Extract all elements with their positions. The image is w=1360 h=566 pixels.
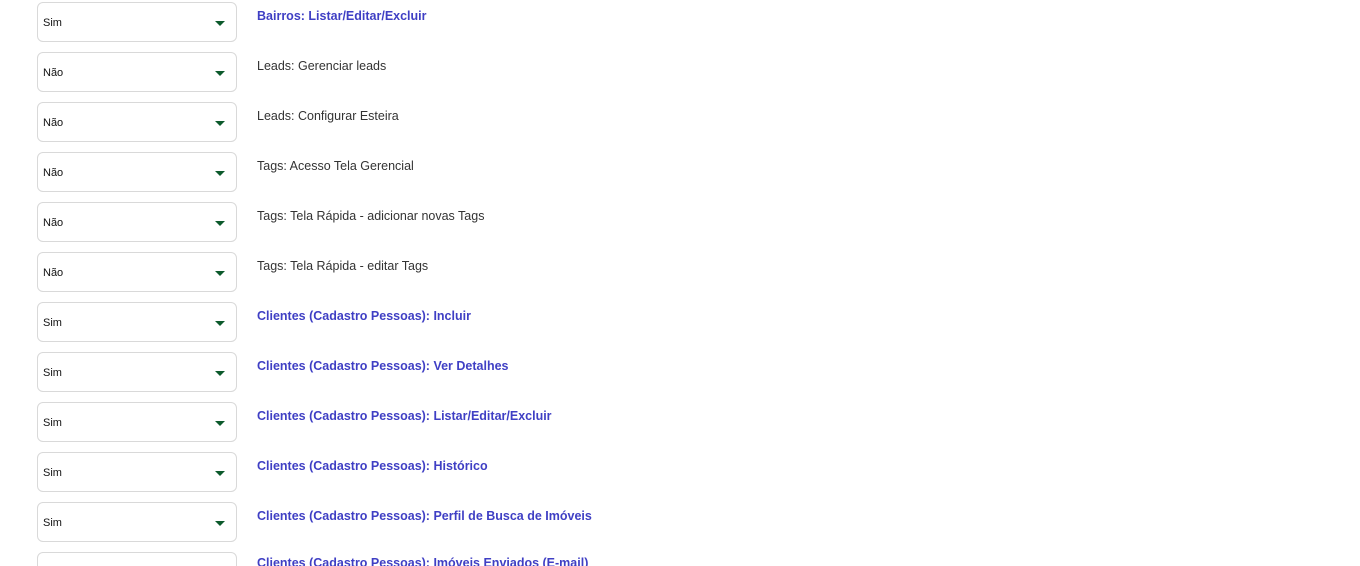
permission-select-value: Não [43, 217, 64, 229]
chevron-down-icon [215, 21, 225, 26]
permission-select-value: Sim [43, 467, 62, 479]
permission-label: Clientes (Cadastro Pessoas): Listar/Edit… [257, 409, 552, 423]
permission-select[interactable]: Sim [37, 502, 237, 542]
permission-select-value: Não [43, 67, 64, 79]
permission-row: Sim Clientes (Cadastro Pessoas): Perfil … [37, 502, 1337, 542]
permission-select-value: Não [43, 167, 64, 179]
permission-row: Sim Clientes (Cadastro Pessoas): Incluir [37, 302, 1337, 342]
permission-label: Clientes (Cadastro Pessoas): Ver Detalhe… [257, 359, 509, 373]
permission-row: Não Tags: Tela Rápida - adicionar novas … [37, 202, 1337, 242]
chevron-down-icon [215, 121, 225, 126]
permission-select[interactable] [37, 552, 237, 566]
permission-select[interactable]: Não [37, 152, 237, 192]
permission-label: Tags: Tela Rápida - adicionar novas Tags [257, 209, 485, 223]
permission-select[interactable]: Sim [37, 452, 237, 492]
chevron-down-icon [215, 371, 225, 376]
permission-select[interactable]: Sim [37, 302, 237, 342]
permission-select[interactable]: Não [37, 202, 237, 242]
chevron-down-icon [215, 521, 225, 526]
permission-select[interactable]: Não [37, 102, 237, 142]
permission-select-value: Sim [43, 417, 62, 429]
permission-label: Clientes (Cadastro Pessoas): Histórico [257, 459, 488, 473]
permission-row: Sim Clientes (Cadastro Pessoas): Ver Det… [37, 352, 1337, 392]
permission-row: Não Tags: Acesso Tela Gerencial [37, 152, 1337, 192]
permission-select[interactable]: Sim [37, 402, 237, 442]
chevron-down-icon [215, 171, 225, 176]
permission-label: Bairros: Listar/Editar/Excluir [257, 9, 427, 23]
permission-row: Não Leads: Configurar Esteira [37, 102, 1337, 142]
permission-select-value: Sim [43, 367, 62, 379]
permission-select-value: Sim [43, 517, 62, 529]
permission-row: Sim Bairros: Listar/Editar/Excluir [37, 2, 1337, 42]
permission-row: Não Tags: Tela Rápida - editar Tags [37, 252, 1337, 292]
permission-select[interactable]: Não [37, 52, 237, 92]
permission-label: Clientes (Cadastro Pessoas): Perfil de B… [257, 509, 592, 523]
permission-select[interactable]: Sim [37, 352, 237, 392]
permission-select-value: Sim [43, 317, 62, 329]
chevron-down-icon [215, 321, 225, 326]
permission-row: Sim Clientes (Cadastro Pessoas): Listar/… [37, 402, 1337, 442]
chevron-down-icon [215, 421, 225, 426]
permission-select-value: Não [43, 267, 64, 279]
permission-label: Leads: Configurar Esteira [257, 109, 399, 123]
permission-row: Clientes (Cadastro Pessoas): Imóveis Env… [37, 552, 1337, 566]
chevron-down-icon [215, 221, 225, 226]
permission-select-value: Não [43, 117, 64, 129]
permission-select-value: Sim [43, 17, 62, 29]
chevron-down-icon [215, 271, 225, 276]
permission-label: Tags: Tela Rápida - editar Tags [257, 259, 429, 273]
permission-select[interactable]: Sim [37, 2, 237, 42]
permission-row: Não Leads: Gerenciar leads [37, 52, 1337, 92]
chevron-down-icon [215, 71, 225, 76]
chevron-down-icon [215, 471, 225, 476]
permission-label: Leads: Gerenciar leads [257, 59, 387, 73]
permission-select[interactable]: Não [37, 252, 237, 292]
permission-row: Sim Clientes (Cadastro Pessoas): Históri… [37, 452, 1337, 492]
permission-label: Tags: Acesso Tela Gerencial [257, 159, 414, 173]
permission-label: Clientes (Cadastro Pessoas): Imóveis Env… [257, 556, 589, 566]
permission-label: Clientes (Cadastro Pessoas): Incluir [257, 309, 471, 323]
